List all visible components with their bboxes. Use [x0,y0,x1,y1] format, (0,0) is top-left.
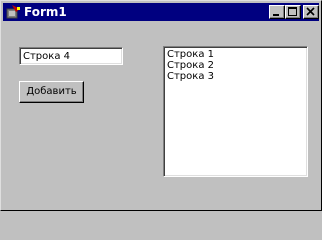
window-title: Form1 [24,5,67,19]
close-icon [306,7,315,16]
form-window: Form1 Добавить Строка 1 Строка 2 Строка … [0,0,322,211]
minimize-icon [273,14,279,16]
maximize-icon [288,7,297,16]
app-icon[interactable] [6,4,22,20]
minimize-button[interactable] [269,5,285,19]
add-button[interactable]: Добавить [19,81,84,103]
text-input[interactable] [19,47,123,65]
list-item[interactable]: Строка 2 [167,60,307,71]
title-bar[interactable]: Form1 [3,3,319,21]
maximize-button[interactable] [285,5,301,19]
list-box[interactable]: Строка 1 Строка 2 Строка 3 [163,46,308,177]
close-button[interactable] [303,5,319,19]
list-item[interactable]: Строка 3 [167,71,307,82]
list-item[interactable]: Строка 1 [167,49,307,60]
